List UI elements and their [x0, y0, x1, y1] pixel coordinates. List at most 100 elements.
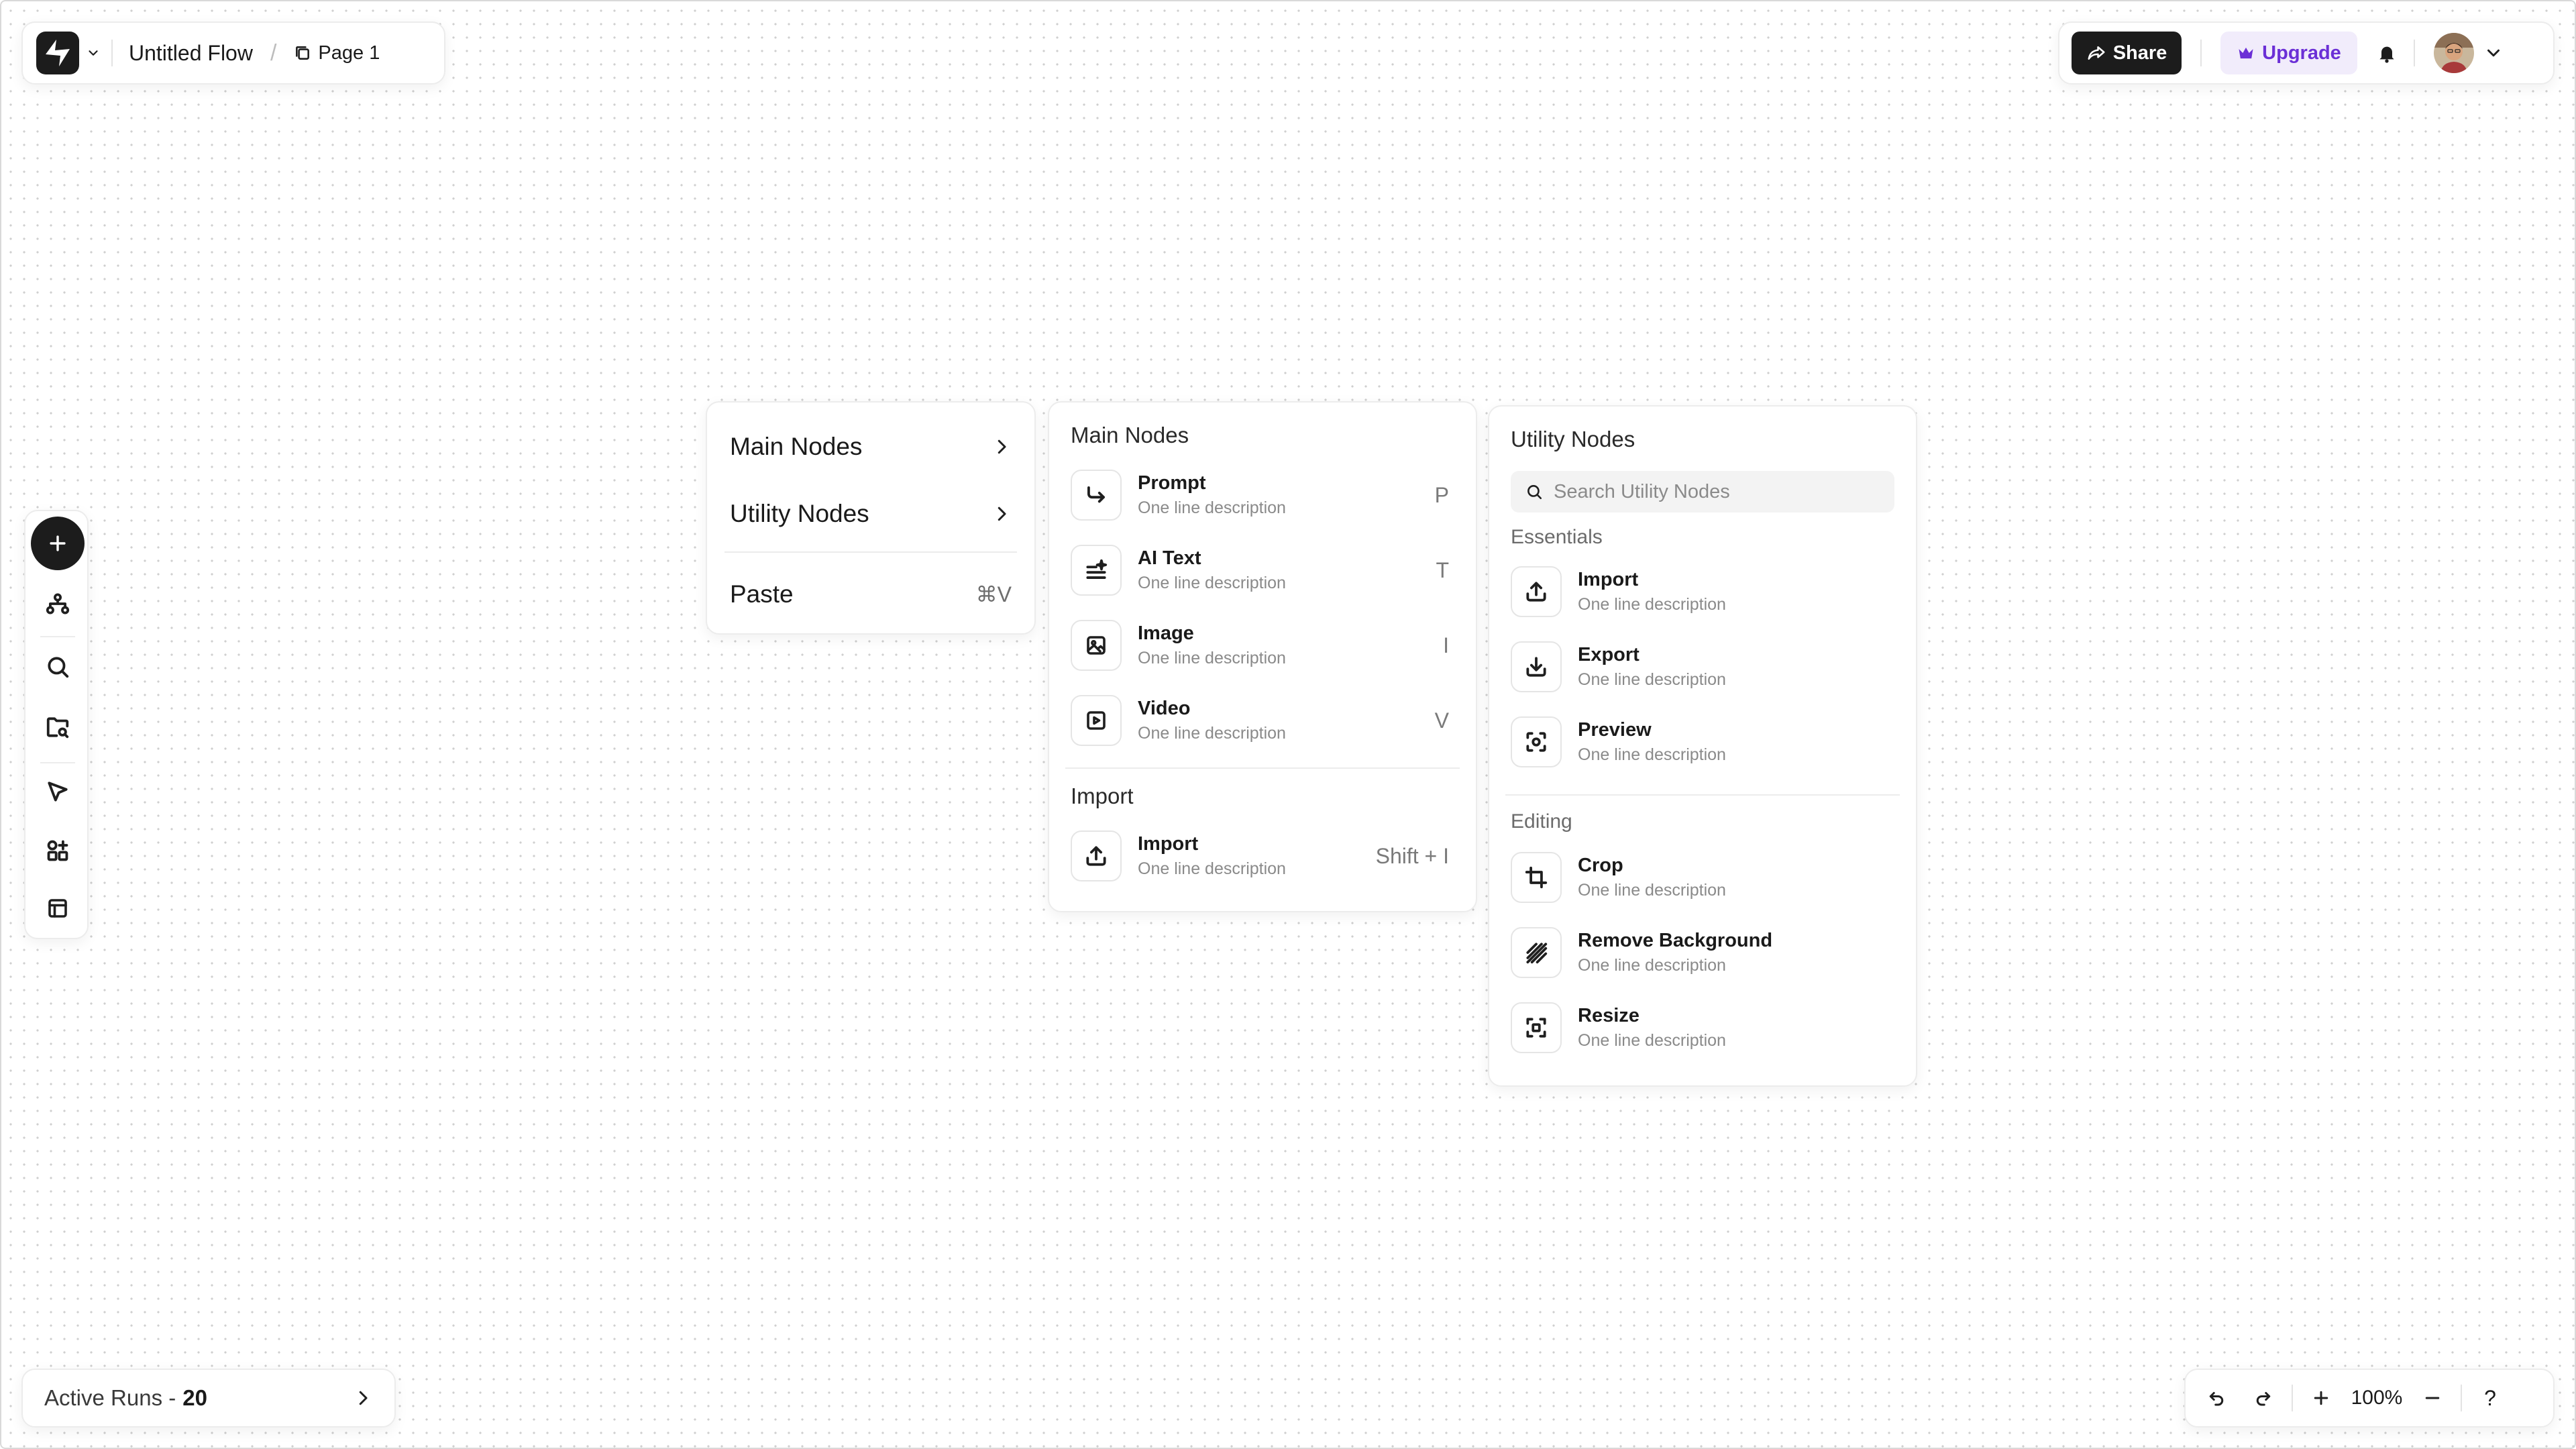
menu-divider [724, 551, 1017, 553]
upgrade-button[interactable]: Upgrade [2220, 32, 2357, 74]
node-item-prompt[interactable]: Prompt One line description P [1071, 462, 1449, 529]
flow-header: Untitled Flow / Page 1 [21, 21, 445, 85]
node-name: Export [1578, 644, 1640, 665]
notifications-bell-icon[interactable] [2376, 42, 2398, 64]
zoom-out-button[interactable] [2414, 1379, 2451, 1417]
search-icon [1527, 485, 1542, 500]
breadcrumb-separator: / [270, 40, 277, 66]
section-title: Editing [1511, 810, 1572, 833]
account-menu-chevron-icon[interactable] [2483, 43, 2504, 63]
node-description: One line description [1578, 595, 1726, 614]
node-description: One line description [1578, 670, 1726, 689]
node-description: One line description [1578, 956, 1726, 975]
node-description: One line description [1578, 1031, 1726, 1050]
node-item-remove-background[interactable]: Remove Background One line description [1511, 919, 1889, 986]
upgrade-label: Upgrade [2262, 42, 2341, 64]
node-item-image[interactable]: Image One line description I [1071, 612, 1449, 679]
active-runs-count: 20 [182, 1385, 207, 1410]
redo-icon [2256, 1392, 2271, 1406]
menu-item-utility-nodes[interactable]: Utility Nodes [730, 487, 1012, 541]
menu-item-paste[interactable]: Paste ⌘V [730, 568, 1012, 621]
panel-divider [1065, 767, 1460, 769]
active-runs-label: Active Runs - [44, 1385, 176, 1410]
divider [2414, 40, 2415, 66]
ai-text-icon [1071, 545, 1122, 596]
node-name: Crop [1578, 855, 1623, 876]
image-icon [1071, 620, 1122, 671]
node-description: One line description [1138, 859, 1286, 878]
crop-icon [1511, 852, 1562, 903]
redo-button[interactable] [2245, 1379, 2282, 1417]
share-label: Share [2112, 42, 2167, 64]
logo-menu-chevron-icon[interactable] [86, 46, 101, 60]
node-name: Remove Background [1578, 930, 1773, 951]
crown-icon [2239, 47, 2253, 59]
undo-icon [2209, 1392, 2224, 1406]
context-menu: Main Nodes Utility Nodes Paste ⌘V [706, 401, 1036, 635]
upload-icon [1511, 566, 1562, 617]
node-shortcut: I [1443, 633, 1449, 657]
components-tool-button[interactable] [31, 824, 85, 877]
node-name: Preview [1578, 719, 1652, 741]
shapes-icon [47, 840, 68, 861]
zoom-in-button[interactable] [2302, 1379, 2340, 1417]
node-description: One line description [1578, 745, 1726, 764]
menu-item-label: Main Nodes [730, 433, 863, 460]
node-name: Resize [1578, 1005, 1640, 1026]
workflow-tool-button[interactable] [31, 577, 85, 631]
utility-search-input[interactable] [1552, 480, 1850, 504]
node-name: Import [1578, 569, 1639, 590]
node-item-import[interactable]: Import One line description [1511, 558, 1889, 625]
node-name: Image [1138, 623, 1194, 644]
node-name: Video [1138, 698, 1191, 719]
node-item-export[interactable]: Export One line description [1511, 633, 1889, 700]
node-item-crop[interactable]: Crop One line description [1511, 844, 1889, 911]
video-icon [1071, 695, 1122, 746]
folder-search-icon [46, 717, 69, 739]
chevron-right-icon [998, 506, 1006, 521]
node-description: One line description [1138, 498, 1286, 517]
node-shortcut: P [1434, 482, 1449, 507]
share-button[interactable]: Share [2072, 32, 2182, 74]
search-tool-button[interactable] [31, 640, 85, 694]
node-description: One line description [1138, 649, 1286, 667]
node-item-resize[interactable]: Resize One line description [1511, 994, 1889, 1061]
menu-item-main-nodes[interactable]: Main Nodes [730, 420, 1012, 474]
files-tool-button[interactable] [31, 700, 85, 754]
download-icon [1511, 641, 1562, 692]
select-tool-button[interactable] [31, 765, 85, 818]
zoom-controls: 100% ? [2184, 1368, 2555, 1428]
node-item-import[interactable]: Import One line description Shift + I [1071, 822, 1449, 890]
templates-tool-button[interactable] [31, 881, 85, 935]
resize-icon [1511, 1002, 1562, 1053]
divider [2200, 40, 2202, 66]
node-item-preview[interactable]: Preview One line description [1511, 708, 1889, 775]
minus-icon [2425, 1397, 2440, 1399]
main-nodes-panel: Main Nodes Prompt One line description P… [1048, 401, 1477, 912]
search-icon [48, 657, 69, 678]
panel-title: Main Nodes [1071, 423, 1189, 447]
menu-item-label: Paste [730, 580, 794, 608]
node-item-ai-text[interactable]: AI Text One line description T [1071, 537, 1449, 604]
add-node-button[interactable] [31, 517, 85, 570]
app-logo-icon[interactable] [36, 32, 79, 74]
node-shortcut: T [1436, 557, 1449, 582]
node-name: Prompt [1138, 472, 1206, 494]
zoom-level[interactable]: 100% [2340, 1387, 2414, 1409]
flow-title[interactable]: Untitled Flow [129, 41, 253, 66]
active-runs-bar[interactable]: Active Runs - 20 [21, 1368, 396, 1428]
node-item-video[interactable]: Video One line description V [1071, 687, 1449, 754]
utility-search-box[interactable] [1511, 471, 1894, 513]
node-description: One line description [1578, 881, 1726, 900]
page-selector[interactable]: Page 1 [318, 42, 380, 64]
divider [2292, 1385, 2293, 1411]
panel-divider [1505, 794, 1900, 796]
help-button[interactable]: ? [2471, 1379, 2509, 1417]
remove-background-icon [1511, 927, 1562, 978]
undo-button[interactable] [2198, 1379, 2235, 1417]
preview-icon [1511, 716, 1562, 767]
user-avatar[interactable] [2434, 33, 2474, 73]
divider [2461, 1385, 2462, 1411]
toolbar-divider [40, 636, 75, 637]
help-icon: ? [2484, 1385, 2496, 1410]
